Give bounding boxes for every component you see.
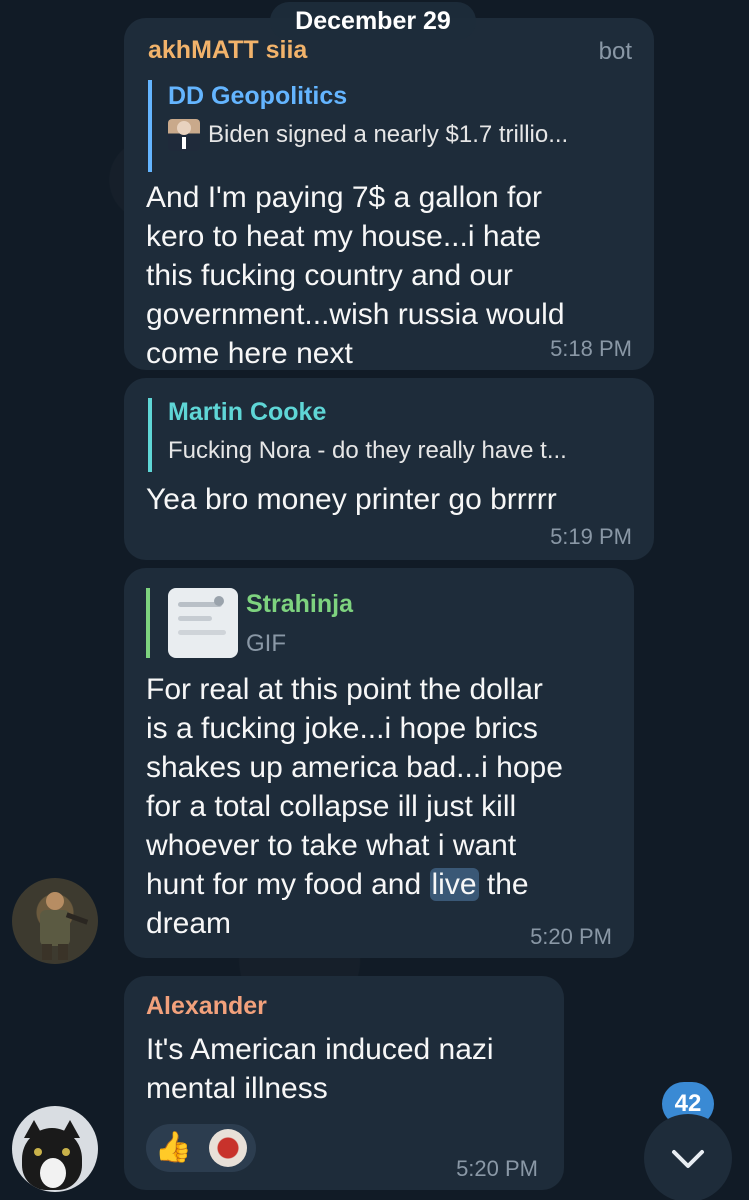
scroll-down-button[interactable] [644, 1114, 732, 1200]
message-time: 5:18 PM [550, 336, 632, 361]
message-bubble[interactable]: Strahinja GIF For real at this point the… [124, 568, 634, 958]
reply-quote[interactable]: Strahinja GIF [146, 588, 446, 658]
sticker-reaction-icon[interactable] [209, 1129, 248, 1167]
message-time: 5:19 PM [550, 524, 632, 549]
message-bubble[interactable]: Martin Cooke Fucking Nora - do they real… [124, 378, 654, 560]
reply-text: GIF [246, 630, 286, 657]
date-label: December 29 [270, 2, 476, 40]
chat-background: akhMATT siia bot DD Geopolitics Biden si… [0, 0, 749, 1200]
highlighted-word: live [429, 868, 479, 901]
thumbs-up-emoji[interactable]: 👍 [155, 1133, 192, 1163]
message-text: For real at this point the dollar is a f… [146, 673, 563, 940]
message-text: It's American induced nazi mental illnes… [146, 1033, 494, 1105]
message-bubble[interactable]: akhMATT siia bot DD Geopolitics Biden si… [124, 18, 654, 370]
reply-sender: Martin Cooke [168, 398, 327, 426]
reaction-bar[interactable]: 👍 [146, 1124, 256, 1172]
message-text: And I'm paying 7$ a gallon for kero to h… [146, 181, 565, 370]
bot-tag: bot [598, 38, 632, 65]
message-time: 5:20 PM [530, 924, 612, 949]
sender-avatar[interactable] [12, 878, 98, 964]
sender-name[interactable]: Alexander [146, 992, 267, 1021]
gif-thumbnail-icon [168, 588, 238, 658]
reply-quote[interactable]: DD Geopolitics Biden signed a nearly $1.… [148, 80, 634, 172]
message-bubble[interactable]: Alexander It's American induced nazi men… [124, 976, 564, 1190]
reply-sender: Strahinja [246, 590, 353, 618]
chevron-down-icon [672, 1150, 704, 1168]
reply-quote[interactable]: Martin Cooke Fucking Nora - do they real… [148, 398, 634, 472]
reply-sender: DD Geopolitics [168, 82, 348, 110]
reply-text: Biden signed a nearly $1.7 trillio... [208, 121, 569, 148]
sender-avatar[interactable] [12, 1106, 98, 1192]
sender-name[interactable]: akhMATT siia [148, 36, 307, 65]
biden-photo-icon [168, 119, 200, 151]
reply-text: Fucking Nora - do they really have t... [168, 437, 567, 464]
message-text: Yea bro money printer go brrrrr [146, 483, 557, 516]
message-time: 5:20 PM [456, 1156, 538, 1181]
